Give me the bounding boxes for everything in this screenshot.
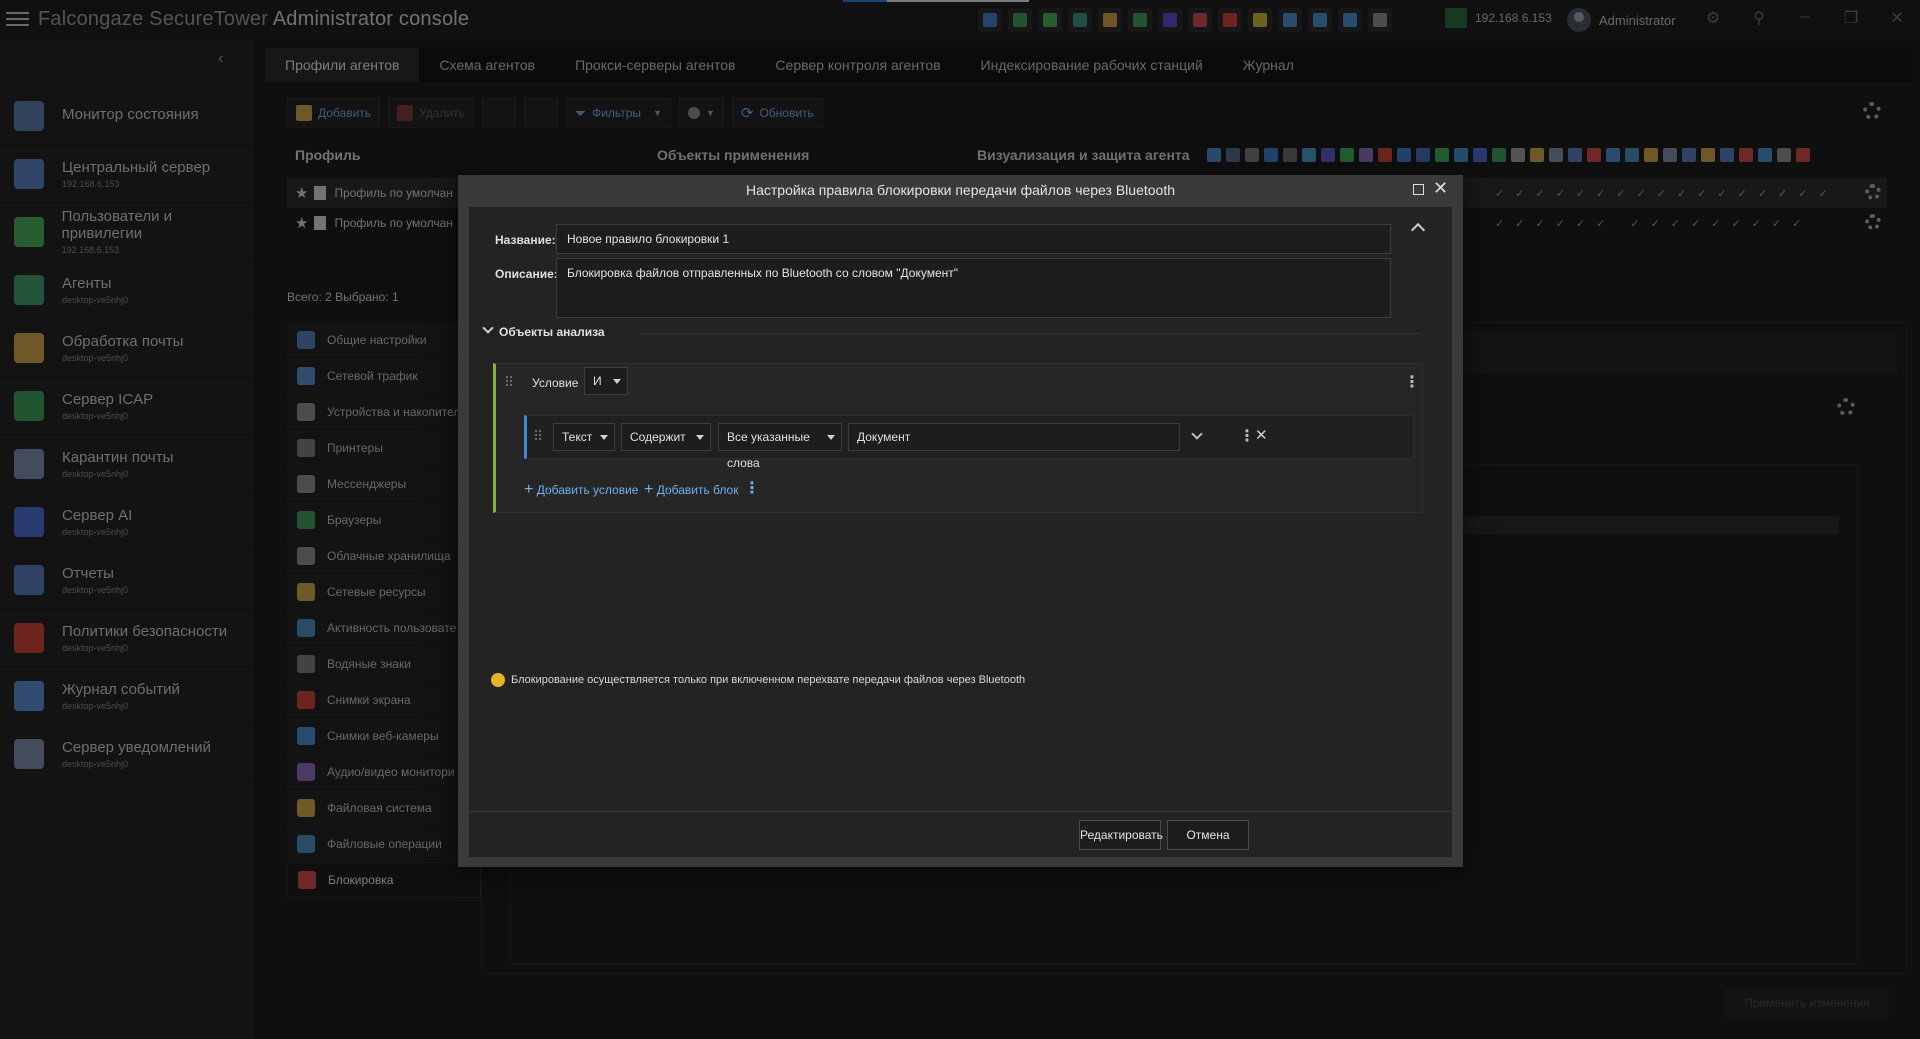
chevron-down-icon (827, 435, 835, 440)
add-block-label: Добавить блок (656, 483, 739, 497)
section-title: Объекты анализа (499, 325, 605, 339)
dialog-body: Название: Новое правило блокировки 1 Опи… (469, 207, 1452, 811)
chevron-down-icon[interactable] (482, 322, 494, 334)
add-menu-icon[interactable]: ⋮ (744, 478, 760, 498)
condition-label: Условие (532, 376, 579, 390)
expand-chevron-icon[interactable] (1191, 428, 1203, 440)
rule-name-field[interactable]: Новое правило блокировки 1 (556, 224, 1391, 254)
chevron-down-icon (613, 379, 621, 384)
edit-button[interactable]: Редактировать (1079, 820, 1163, 850)
chevron-down-icon (600, 435, 608, 440)
chevron-down-icon (696, 435, 704, 440)
block-rule-dialog: Настройка правила блокировки передачи фа… (458, 175, 1463, 867)
remove-condition-icon[interactable]: ✕ (1255, 426, 1268, 444)
match-select[interactable]: Содержит (621, 423, 711, 451)
field-type-value: Текст (562, 430, 593, 444)
name-label: Название: (495, 233, 556, 247)
dialog-title: Настройка правила блокировки передачи фа… (745, 182, 1176, 198)
cancel-button[interactable]: Отмена (1167, 820, 1249, 850)
add-condition-label: Добавить условие (536, 483, 639, 497)
section-divider (641, 333, 1421, 334)
add-condition-button[interactable]: + Добавить условие (524, 481, 638, 499)
rule-description-field[interactable]: Блокировка файлов отправленных по Blueto… (556, 258, 1391, 318)
dialog-header: Настройка правила блокировки передачи фа… (458, 175, 1463, 207)
block-menu-icon[interactable]: ⋮ (1404, 372, 1420, 392)
logic-operator-select[interactable]: И (584, 367, 628, 395)
match-mode-select[interactable]: Все указанные слова (718, 423, 842, 470)
field-type-select[interactable]: Текст (553, 423, 615, 451)
condition-menu-icon[interactable]: ⋮ (1239, 426, 1255, 446)
logic-operator-value: И (593, 374, 602, 388)
chevron-up-icon[interactable] (1410, 222, 1426, 238)
close-icon[interactable]: ✕ (1433, 178, 1448, 199)
description-label: Описание: (495, 267, 558, 281)
drag-handle-icon[interactable]: ⠿ (504, 374, 514, 391)
warning-notice: Блокирование осуществляется только при в… (491, 673, 1025, 687)
plus-icon: + (644, 481, 654, 498)
dialog-footer: Редактировать Отмена (469, 811, 1452, 857)
keyword-input[interactable]: Документ (848, 423, 1180, 451)
add-block-button[interactable]: + Добавить блок (644, 481, 738, 499)
condition-row: ⠿ Текст Содержит Все указанные слова Док… (524, 415, 1414, 470)
drag-handle-icon[interactable]: ⠿ (533, 428, 543, 445)
match-mode-value: Все указанные слова (727, 430, 810, 470)
condition-block: ⠿ Условие И ⋮ ⠿ Текст Содержит Все указа… (493, 363, 1423, 513)
match-value: Содержит (630, 430, 686, 444)
warning-icon (491, 673, 505, 687)
warning-text: Блокирование осуществляется только при в… (511, 674, 1026, 686)
maximize-icon[interactable] (1413, 184, 1424, 195)
plus-icon: + (524, 481, 534, 498)
